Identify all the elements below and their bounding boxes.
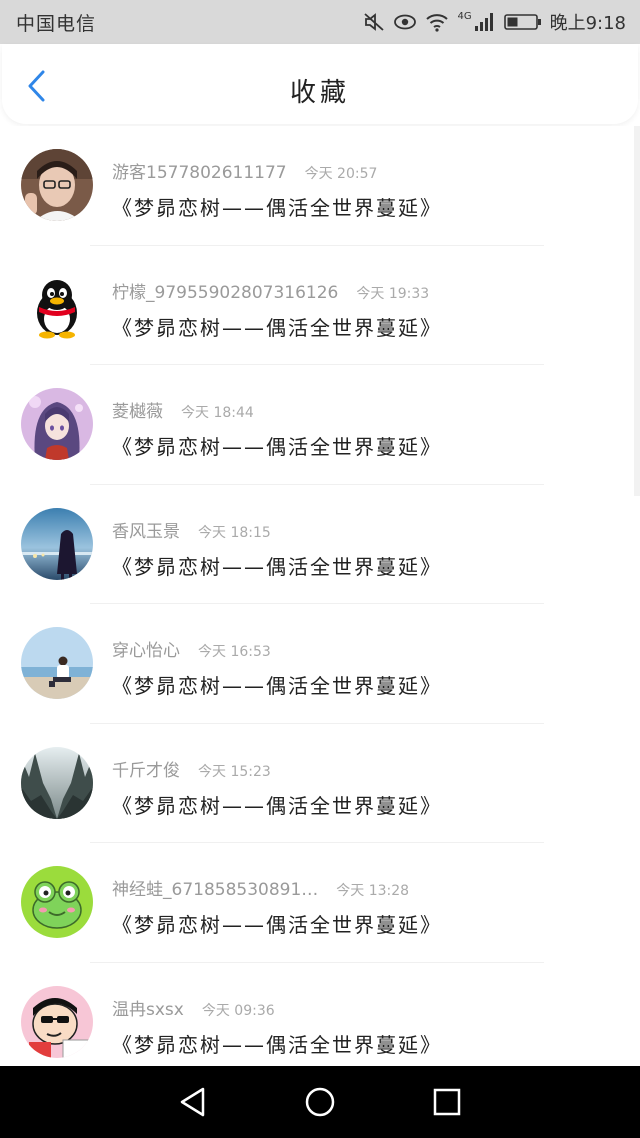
mute-icon <box>363 12 385 32</box>
circle-home-icon <box>305 1087 335 1117</box>
avatar-anime-girl-purple <box>21 388 93 460</box>
status-bar: 中国电信 4G 晚上9:18 <box>0 0 640 44</box>
avatar[interactable] <box>21 388 93 460</box>
avatar[interactable] <box>21 149 93 221</box>
list-item[interactable]: 游客1577802611177 今天 20:57 《梦昴恋树——偶活全世界蔓延》 <box>0 126 640 246</box>
avatar-beach-person <box>21 627 93 699</box>
triangle-back-icon <box>181 1087 205 1117</box>
favorite-title[interactable]: 《梦昴恋树——偶活全世界蔓延》 <box>112 909 442 938</box>
timestamp: 今天 13:28 <box>336 883 410 899</box>
username[interactable]: 温冉sxsx <box>112 995 184 1020</box>
timestamp: 今天 18:44 <box>181 405 254 421</box>
wifi-icon <box>425 12 449 32</box>
username[interactable]: 神经蛙_671858530891… <box>112 875 318 900</box>
avatar[interactable] <box>21 866 93 938</box>
status-icons: 4G 晚上9:18 <box>363 9 626 35</box>
item-meta: 菱樾薇 今天 18:44 <box>112 397 254 422</box>
avatar[interactable] <box>21 507 93 580</box>
signal-icon <box>474 12 496 32</box>
eye-comfort-icon <box>393 13 417 31</box>
list-item[interactable]: 香风玉景 今天 18:15 《梦昴恋树——偶活全世界蔓延》 <box>0 485 640 604</box>
carrier-name: 中国电信 <box>16 12 97 35</box>
item-meta: 穿心怡心 今天 16:53 <box>112 636 271 661</box>
avatar[interactable] <box>21 268 93 341</box>
username[interactable]: 千斤才俊 <box>112 756 180 781</box>
username[interactable]: 菱樾薇 <box>112 397 163 422</box>
avatar-photo-woman-glasses <box>21 149 93 221</box>
page-title: 收藏 <box>289 78 350 108</box>
header-bar: 收藏 <box>2 44 638 124</box>
timestamp: 今天 20:57 <box>304 166 378 182</box>
favorite-title[interactable]: 《梦昴恋树——偶活全世界蔓延》 <box>112 431 442 460</box>
square-recents-icon <box>433 1088 460 1116</box>
list-item[interactable]: 菱樾薇 今天 18:44 《梦昴恋树——偶活全世界蔓延》 <box>0 365 640 485</box>
username[interactable]: 香风玉景 <box>112 517 180 542</box>
nav-home-button[interactable] <box>298 1080 342 1124</box>
clock: 晚上9:18 <box>549 13 626 34</box>
item-meta: 温冉sxsx 今天 09:36 <box>112 995 275 1020</box>
navigation-bar <box>0 1066 640 1138</box>
timestamp: 今天 16:53 <box>198 644 271 660</box>
timestamp: 今天 09:36 <box>201 1002 275 1019</box>
network-type: 4G <box>457 10 472 22</box>
avatar-green-frog <box>21 866 93 938</box>
avatar-crayon-shinchan <box>21 985 93 1058</box>
avatar[interactable] <box>21 985 93 1058</box>
list-item[interactable]: 温冉sxsx 今天 09:36 《梦昴恋树——偶活全世界蔓延》 <box>0 963 640 1067</box>
avatar-girl-silhouette-dusk <box>21 507 93 580</box>
favorite-title[interactable]: 《梦昴恋树——偶活全世界蔓延》 <box>112 670 442 699</box>
timestamp: 今天 19:33 <box>356 285 430 302</box>
favorites-list[interactable]: 游客1577802611177 今天 20:57 《梦昴恋树——偶活全世界蔓延》… <box>0 126 640 1066</box>
list-item[interactable]: 穿心怡心 今天 16:53 《梦昴恋树——偶活全世界蔓延》 <box>0 604 640 724</box>
battery-icon <box>503 12 542 32</box>
favorite-title[interactable]: 《梦昴恋树——偶活全世界蔓延》 <box>112 312 442 341</box>
item-meta: 千斤才俊 今天 15:23 <box>112 756 271 781</box>
avatar[interactable] <box>21 627 93 699</box>
favorite-title[interactable]: 《梦昴恋树——偶活全世界蔓延》 <box>112 192 442 221</box>
avatar[interactable] <box>21 746 93 819</box>
avatar-misty-forest <box>21 746 93 819</box>
timestamp: 今天 18:15 <box>198 524 271 541</box>
item-meta: 柠檬_97955902807316126 今天 19:33 <box>112 278 429 303</box>
item-meta: 游客1577802611177 今天 20:57 <box>112 158 377 183</box>
favorite-title[interactable]: 《梦昴恋树——偶活全世界蔓延》 <box>112 790 442 819</box>
timestamp: 今天 15:23 <box>198 763 271 780</box>
item-meta: 神经蛙_671858530891… 今天 13:28 <box>112 875 409 900</box>
list-item[interactable]: 千斤才俊 今天 15:23 《梦昴恋树——偶活全世界蔓延》 <box>0 724 640 843</box>
username[interactable]: 穿心怡心 <box>112 636 180 661</box>
favorite-title[interactable]: 《梦昴恋树——偶活全世界蔓延》 <box>112 551 442 580</box>
nav-back-button[interactable] <box>171 1080 215 1124</box>
item-meta: 香风玉景 今天 18:15 <box>112 517 271 542</box>
avatar-qq-penguin <box>21 268 93 341</box>
list-item[interactable]: 柠檬_97955902807316126 今天 19:33 《梦昴恋树——偶活全… <box>0 246 640 365</box>
nav-recents-button[interactable] <box>425 1080 469 1124</box>
list-item[interactable]: 神经蛙_671858530891… 今天 13:28 《梦昴恋树——偶活全世界蔓… <box>0 843 640 963</box>
favorite-title[interactable]: 《梦昴恋树——偶活全世界蔓延》 <box>112 1029 442 1058</box>
username[interactable]: 柠檬_97955902807316126 <box>112 278 338 303</box>
username[interactable]: 游客1577802611177 <box>112 158 287 183</box>
